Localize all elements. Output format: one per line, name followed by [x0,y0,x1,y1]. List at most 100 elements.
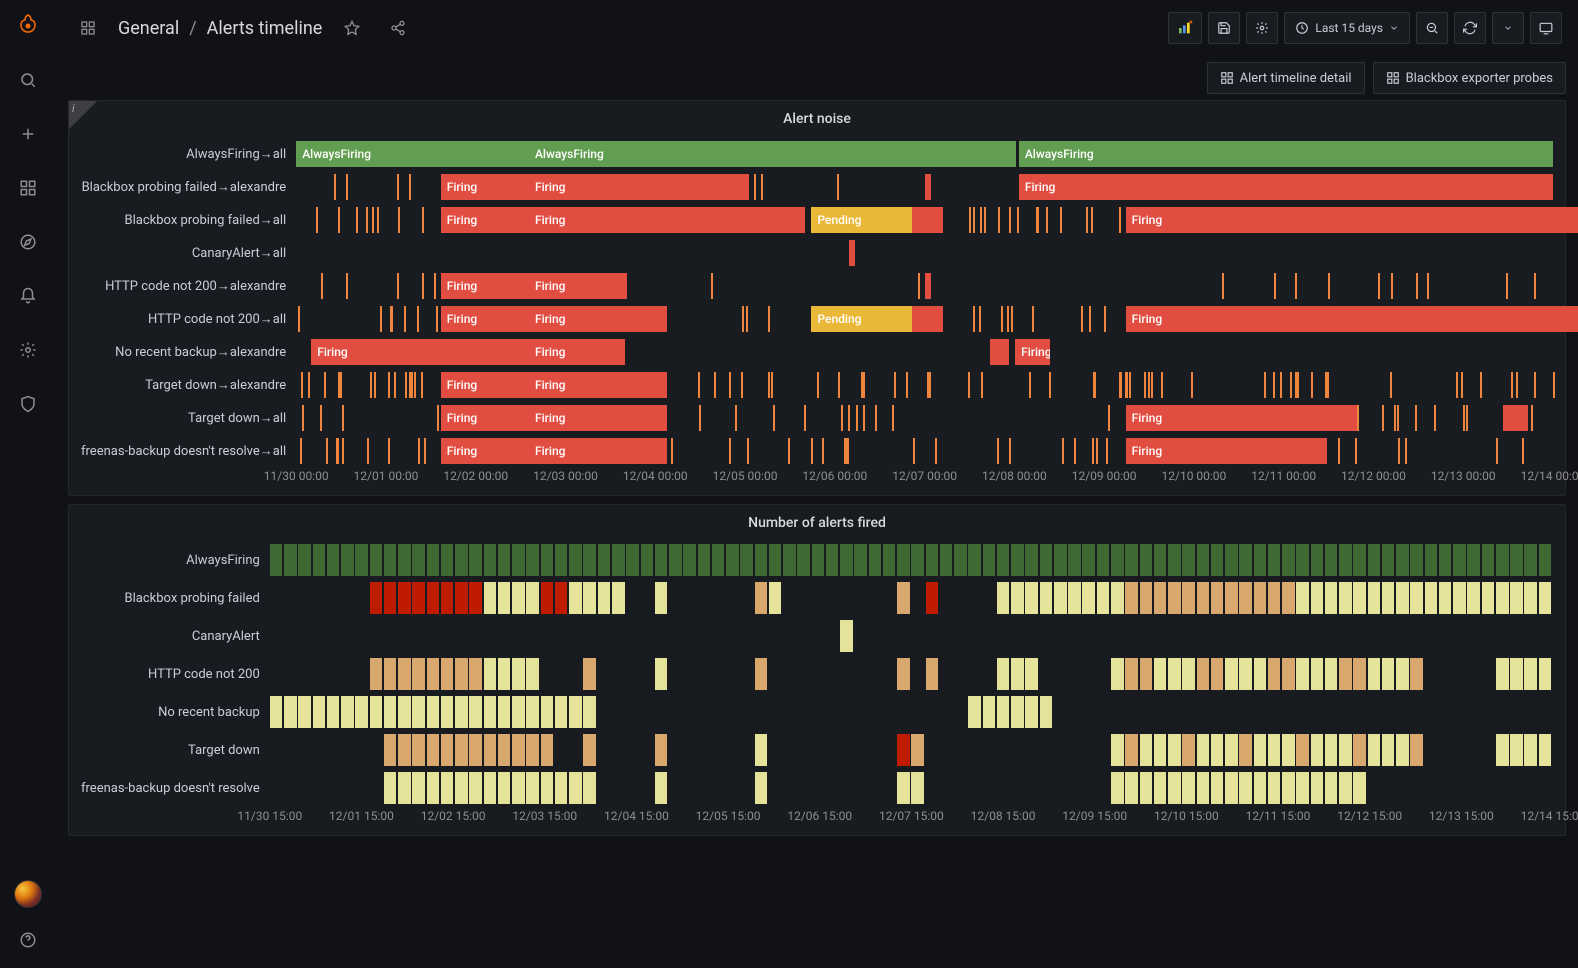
axis-tick: 12/13 15:00 [1429,809,1494,823]
compass-icon[interactable] [12,226,44,258]
refresh-button[interactable] [1454,12,1486,44]
timeline-row[interactable]: FiringPendingFiringFiring [296,302,1553,335]
axis-tick: 12/03 00:00 [533,469,598,483]
settings-button[interactable] [1246,12,1278,44]
axis-tick: 12/12 00:00 [1341,469,1406,483]
bell-icon[interactable] [12,280,44,312]
axis-tick: 12/05 15:00 [696,809,761,823]
axis-tick: 12/10 00:00 [1162,469,1227,483]
axis-tick: 12/14 15:00 [1521,809,1578,823]
grafana-logo[interactable] [14,12,42,40]
state-timeline-chart[interactable]: AlwaysFiring→allBlackbox probing failed→… [69,133,1565,495]
gear-icon[interactable] [12,334,44,366]
heatmap-row[interactable] [270,731,1553,769]
heatmap-series-label: Target down [81,731,270,769]
save-button[interactable] [1208,12,1240,44]
axis-tick: 12/09 00:00 [1072,469,1137,483]
panel-info-corner[interactable]: i [69,101,97,129]
axis-tick: 12/10 15:00 [1154,809,1219,823]
timeline-row[interactable]: FiringFiringFiring [296,170,1553,203]
time-range-picker[interactable]: Last 15 days [1284,12,1410,44]
axis-tick: 12/02 15:00 [421,809,486,823]
avatar[interactable] [14,880,42,908]
axis-tick: 12/12 15:00 [1337,809,1402,823]
zoom-out-button[interactable] [1416,12,1448,44]
axis-tick: 11/30 15:00 [237,809,302,823]
plus-icon[interactable] [12,118,44,150]
axis-tick: 12/05 00:00 [713,469,778,483]
axis-tick: 12/13 00:00 [1431,469,1496,483]
breadcrumb-folder[interactable]: General [118,18,179,39]
axis-tick: 12/01 15:00 [329,809,394,823]
timeline-row[interactable]: FiringFiringFiring [296,401,1553,434]
heatmap-row[interactable] [270,617,1553,655]
axis-tick: 12/04 15:00 [604,809,669,823]
heatmap-row[interactable] [270,769,1553,807]
panel-number-of-alerts-fired: Number of alerts fired AlwaysFiringBlack… [68,504,1566,836]
axis-tick: 12/08 00:00 [982,469,1047,483]
timeline-series-label: No recent backup→alexandre [81,335,296,368]
panel-alert-noise: i Alert noise AlwaysFiring→allBlackbox p… [68,100,1566,496]
timeline-series-label: CanaryAlert→all [81,236,296,269]
axis-tick: 12/06 15:00 [787,809,852,823]
timeline-row[interactable] [296,236,1553,269]
star-icon[interactable] [336,12,368,44]
search-icon[interactable] [12,64,44,96]
time-range-label: Last 15 days [1315,21,1383,35]
heatmap-row[interactable] [270,579,1553,617]
heatmap-series-label: No recent backup [81,693,270,731]
axis-tick: 12/14 00:00 [1521,469,1578,483]
axis-tick: 12/01 00:00 [354,469,419,483]
timeline-series-label: HTTP code not 200→alexandre [81,269,296,302]
link-blackbox-exporter-probes[interactable]: Blackbox exporter probes [1373,62,1566,94]
timeline-series-label: HTTP code not 200→all [81,302,296,335]
timeline-row[interactable]: FiringFiring [296,368,1553,401]
tv-mode-button[interactable] [1530,12,1562,44]
timeline-row[interactable]: FiringFiring [296,269,1553,302]
shield-icon[interactable] [12,388,44,420]
heatmap-series-label: freenas-backup doesn't resolve [81,769,270,807]
axis-tick: 12/09 15:00 [1062,809,1127,823]
link-alert-timeline-detail[interactable]: Alert timeline detail [1207,62,1365,94]
timeline-row[interactable]: FiringFiringFiring [296,335,1553,368]
heatmap-row[interactable] [270,541,1553,579]
timeline-row[interactable]: FiringPendingFiringFiring [296,203,1553,236]
link-label: Alert timeline detail [1240,71,1352,86]
heatmap-series-label: AlwaysFiring [81,541,270,579]
heatmap-series-label: Blackbox probing failed [81,579,270,617]
heatmap-series-label: HTTP code not 200 [81,655,270,693]
axis-tick: 12/07 15:00 [879,809,944,823]
sidebar-nav [0,0,56,968]
axis-tick: 12/02 00:00 [443,469,508,483]
heatmap-row[interactable] [270,655,1553,693]
axis-tick: 12/07 00:00 [892,469,957,483]
timeline-row[interactable]: FiringFiringFiring [296,434,1553,467]
timeline-series-label: Target down→alexandre [81,368,296,401]
axis-tick: 12/06 00:00 [802,469,867,483]
panel-title[interactable]: Alert noise [69,101,1565,133]
dashboard-links: Alert timeline detail Blackbox exporter … [56,56,1578,100]
axis-tick: 12/11 15:00 [1246,809,1311,823]
refresh-interval-dropdown[interactable] [1492,12,1524,44]
dashboards-breadcrumb-icon[interactable] [72,12,104,44]
heatmap-row[interactable] [270,693,1553,731]
help-icon[interactable] [12,924,44,956]
timeline-series-label: Blackbox probing failed→all [81,203,296,236]
breadcrumb: General / Alerts timeline [118,18,322,39]
link-label: Blackbox exporter probes [1406,71,1553,86]
axis-tick: 12/11 00:00 [1251,469,1316,483]
heatmap-chart[interactable]: AlwaysFiringBlackbox probing failedCanar… [69,537,1565,835]
axis-tick: 12/04 00:00 [623,469,688,483]
page-title[interactable]: Alerts timeline [207,18,323,39]
add-panel-button[interactable] [1168,12,1202,44]
topbar: General / Alerts timeline Last 15 days [56,0,1578,56]
panel-title[interactable]: Number of alerts fired [69,505,1565,537]
share-icon[interactable] [382,12,414,44]
axis-tick: 12/08 15:00 [971,809,1036,823]
timeline-series-label: Blackbox probing failed→alexandre [81,170,296,203]
axis-tick: 12/03 15:00 [512,809,577,823]
apps-icon[interactable] [12,172,44,204]
breadcrumb-separator: / [189,18,196,39]
timeline-row[interactable]: AlwaysFiringAlwaysFiringAlwaysFiring [296,137,1553,170]
axis-tick: 11/30 00:00 [264,469,329,483]
